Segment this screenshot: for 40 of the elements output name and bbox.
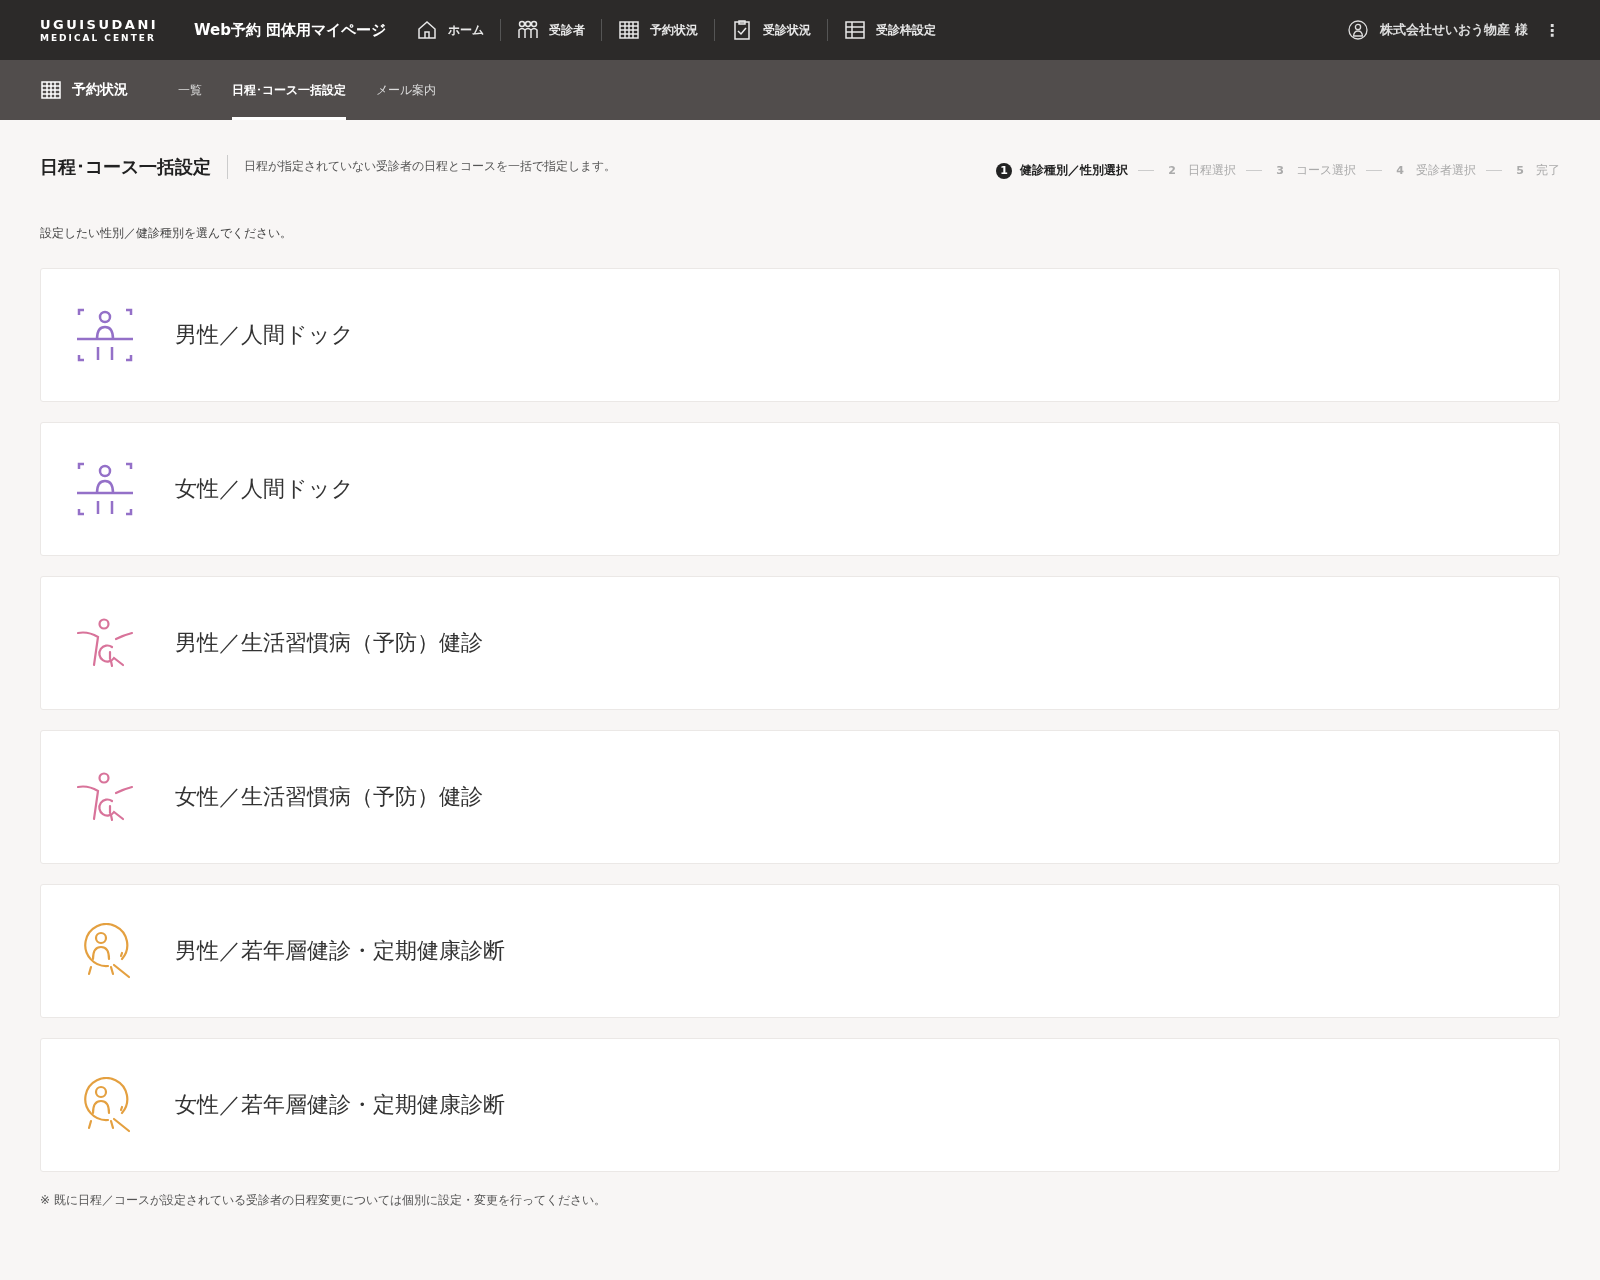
user-name[interactable]: 株式会社せいおう物産 様	[1380, 21, 1528, 39]
section-title: 予約状況	[72, 81, 128, 99]
page-title: 日程･コース一括設定	[40, 154, 228, 179]
step-label: 日程選択	[1188, 162, 1236, 179]
step-number: 1	[996, 162, 1012, 179]
more-menu-icon[interactable]: ⋮	[1544, 20, 1560, 40]
people-icon	[517, 19, 540, 41]
step-label: 受診者選択	[1416, 162, 1476, 179]
tab[interactable]: メール案内	[376, 60, 436, 120]
option-card[interactable]: 男性／人間ドック	[40, 268, 1560, 402]
nav-item[interactable]: 受診者	[501, 19, 603, 41]
step-number: 4	[1395, 163, 1405, 179]
step-number: 3	[1275, 163, 1285, 179]
step-label: 完了	[1536, 162, 1560, 179]
user-avatar-icon	[1348, 20, 1369, 40]
option-card[interactable]: 男性／若年層健診・定期健康診断	[40, 884, 1560, 1018]
option-card[interactable]: 女性／生活習慣病（予防）健診	[40, 730, 1560, 864]
calendar-icon	[40, 79, 62, 101]
step-number: 5	[1515, 163, 1525, 179]
option-card[interactable]: 男性／生活習慣病（予防）健診	[40, 576, 1560, 710]
page-description: 日程が指定されていない受診者の日程とコースを一括で指定します。	[244, 158, 617, 175]
calendar-icon	[618, 19, 641, 41]
nav-item[interactable]: 予約状況	[602, 19, 716, 41]
table-icon	[844, 19, 867, 41]
nav-item[interactable]: 受診状況	[715, 19, 829, 41]
nav-item[interactable]: 受診枠設定	[828, 19, 953, 41]
app-title: Web予約 団体用マイページ	[194, 20, 387, 40]
logo-subtext: MEDICAL CENTER	[40, 33, 157, 43]
footnote-text: ※ 既に日程／コースが設定されている受診者の日程変更については個別に設定・変更を行ってください。	[40, 1192, 607, 1209]
home-icon	[416, 19, 439, 41]
step-number: 2	[1167, 163, 1177, 179]
nav-item[interactable]: ホーム	[400, 19, 502, 41]
instruction-text: 設定したい性別／健診種別を選んでください。	[40, 225, 293, 242]
tab[interactable]: 日程･コース一括設定	[232, 60, 346, 120]
option-card[interactable]: 女性／若年層健診・定期健康診断	[40, 1038, 1560, 1172]
tab[interactable]: 一覧	[178, 60, 202, 120]
step-label: コース選択	[1296, 162, 1356, 179]
step-label: 健診種別／性別選択	[1020, 162, 1128, 179]
option-card[interactable]: 女性／人間ドック	[40, 422, 1560, 556]
logo-text: UGUISUDANI	[40, 17, 159, 32]
